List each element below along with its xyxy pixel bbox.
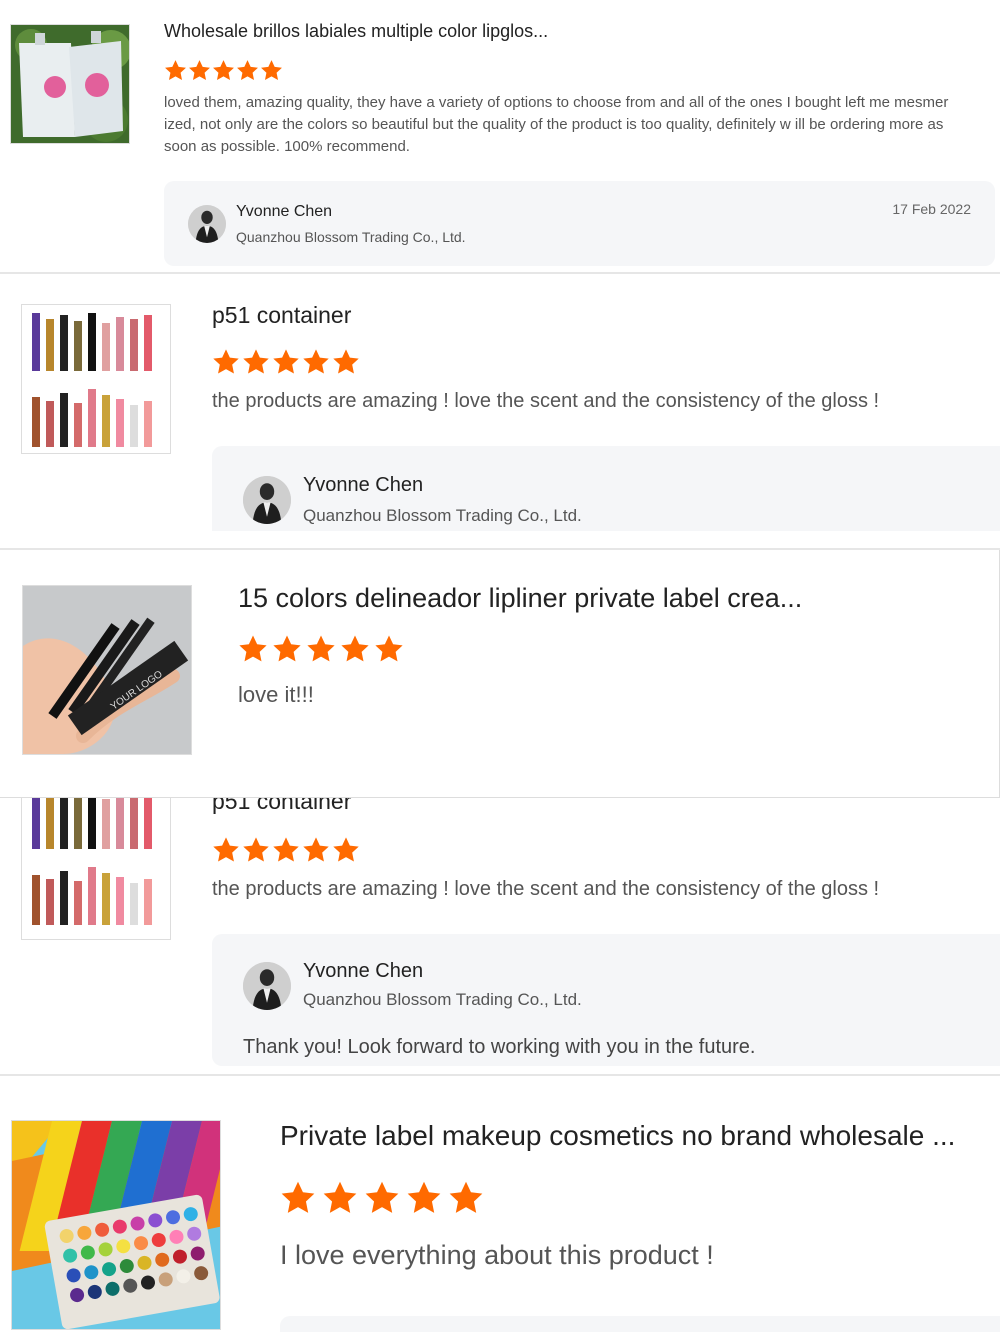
review-card-5: Private label makeup cosmetics no brand … <box>0 1076 1000 1332</box>
reviewer-name: Yvonne Chen <box>303 474 424 496</box>
star-icon <box>272 836 300 864</box>
rating-stars <box>164 59 283 82</box>
reviewer-company: Quanzhou Blossom Trading Co., Ltd. <box>303 990 582 1009</box>
reviewer-company: Quanzhou Blossom Trading Co., Ltd. <box>303 506 582 525</box>
star-icon <box>242 348 270 376</box>
supplier-reply-box: Yvonne Chen Quanzhou Blossom Trading Co.… <box>164 181 995 266</box>
review-text: love it!!! <box>238 682 314 707</box>
product-title[interactable]: Private label makeup cosmetics no brand … <box>280 1120 955 1152</box>
rating-stars <box>212 348 360 376</box>
product-thumbnail-lipgloss-tubes[interactable] <box>21 798 171 940</box>
star-icon <box>302 348 330 376</box>
star-icon <box>164 59 187 82</box>
review-text: loved them, amazing quality, they have a… <box>164 94 949 155</box>
star-icon <box>236 59 259 82</box>
product-title[interactable]: p51 container <box>212 798 351 815</box>
star-icon <box>332 348 360 376</box>
product-thumbnail-lipliner[interactable]: YOUR LOGO <box>22 585 192 755</box>
product-title[interactable]: 15 colors delineador lipliner private la… <box>238 583 802 614</box>
rating-stars <box>238 634 404 664</box>
star-icon <box>212 59 235 82</box>
review-card-1: Wholesale brillos labiales multiple colo… <box>0 0 1000 272</box>
star-icon <box>340 634 370 664</box>
star-icon <box>260 59 283 82</box>
star-icon <box>272 634 302 664</box>
rating-stars <box>212 836 360 864</box>
avatar <box>188 205 226 243</box>
supplier-reply-box <box>280 1316 1000 1332</box>
star-icon <box>374 634 404 664</box>
star-icon <box>280 1180 316 1216</box>
product-thumbnail-lipgloss-pouches[interactable] <box>10 24 130 144</box>
star-icon <box>302 836 330 864</box>
product-thumbnail-eyeshadow-palette[interactable] <box>11 1120 221 1330</box>
avatar <box>243 476 291 524</box>
star-icon <box>364 1180 400 1216</box>
review-text: I love everything about this product ! <box>280 1240 714 1270</box>
supplier-reply-box: Yvonne Chen Quanzhou Blossom Trading Co.… <box>212 934 1000 1066</box>
star-icon <box>406 1180 442 1216</box>
review-date: 17 Feb 2022 <box>892 201 971 217</box>
star-icon <box>238 634 268 664</box>
supplier-reply-text: Thank you! Look forward to working with … <box>243 1036 756 1058</box>
star-icon <box>332 836 360 864</box>
reviewer-name: Yvonne Chen <box>236 203 333 220</box>
supplier-reply-box: Yvonne Chen Quanzhou Blossom Trading Co.… <box>212 446 1000 531</box>
product-thumbnail-lipgloss-tubes[interactable] <box>21 304 171 454</box>
star-icon <box>272 348 300 376</box>
avatar <box>243 962 291 1010</box>
review-text: the products are amazing ! love the scen… <box>212 390 880 412</box>
product-title[interactable]: Wholesale brillos labiales multiple colo… <box>164 21 548 42</box>
review-card-3: YOUR LOGO 15 colors delineador lipliner … <box>0 550 1000 798</box>
star-icon <box>322 1180 358 1216</box>
reviewer-company: Quanzhou Blossom Trading Co., Ltd. <box>236 229 466 245</box>
star-icon <box>212 836 240 864</box>
star-icon <box>188 59 211 82</box>
star-icon <box>448 1180 484 1216</box>
star-icon <box>306 634 336 664</box>
product-title[interactable]: p51 container <box>212 302 351 329</box>
review-card-4: p51 container the products are amazing !… <box>0 798 1000 1074</box>
review-text: the products are amazing ! love the scen… <box>212 878 880 900</box>
review-card-2: p51 container the products are amazing !… <box>0 274 1000 531</box>
star-icon <box>242 836 270 864</box>
reviewer-name: Yvonne Chen <box>303 960 424 982</box>
rating-stars <box>280 1180 484 1216</box>
star-icon <box>212 348 240 376</box>
